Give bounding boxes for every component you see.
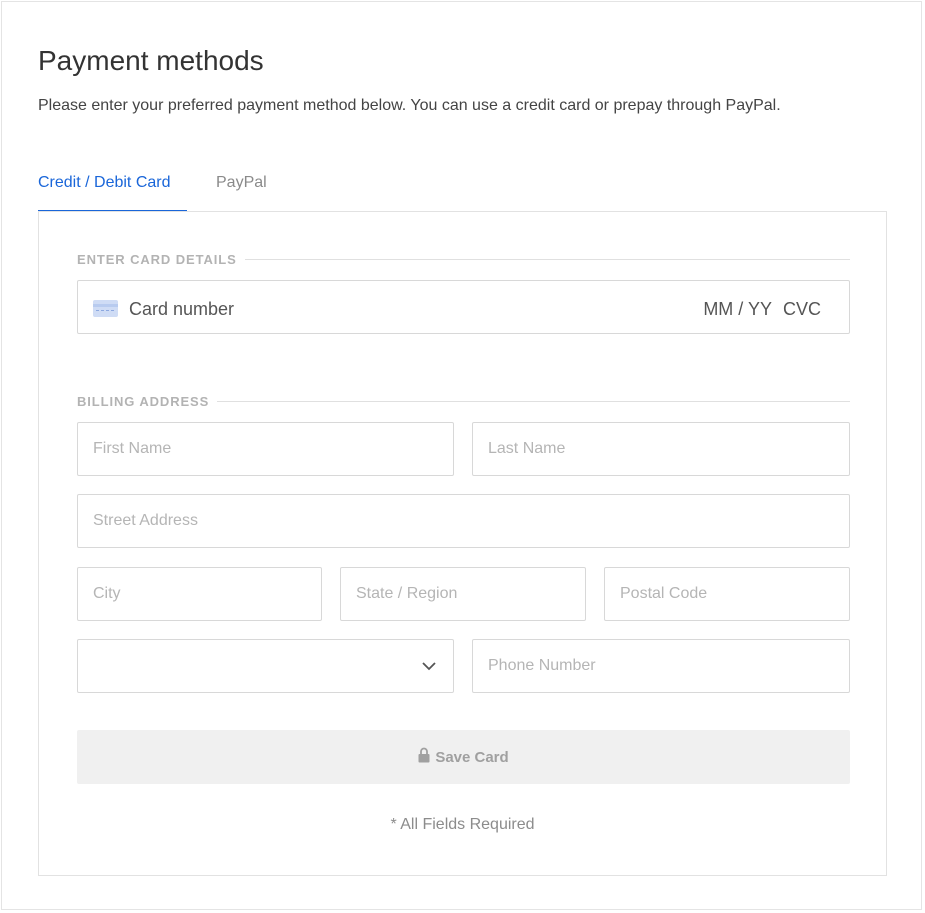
card-details-heading-label: ENTER CARD DETAILS bbox=[77, 251, 237, 267]
last-name-input[interactable] bbox=[473, 423, 849, 475]
city-field[interactable] bbox=[77, 567, 322, 621]
page-title: Payment methods bbox=[38, 45, 264, 76]
country-select[interactable] bbox=[77, 639, 454, 693]
page-subtitle: Please enter your preferred payment meth… bbox=[38, 97, 781, 114]
postal-code-input[interactable] bbox=[605, 568, 849, 620]
postal-code-field[interactable] bbox=[604, 567, 850, 621]
tab-paypal[interactable]: PayPal bbox=[216, 168, 267, 212]
lock-icon bbox=[418, 747, 430, 763]
payment-tabs: Credit / Debit Card PayPal bbox=[38, 168, 267, 212]
city-input[interactable] bbox=[78, 568, 321, 620]
last-name-field[interactable] bbox=[472, 422, 850, 476]
required-fields-note: * All Fields Required bbox=[390, 816, 535, 833]
street-address-input[interactable] bbox=[78, 495, 849, 547]
save-card-label: Save Card bbox=[435, 748, 509, 766]
chevron-down-icon bbox=[422, 662, 436, 671]
card-form-panel: ENTER CARD DETAILS Card number MM / YY C… bbox=[38, 211, 887, 876]
billing-address-heading-label: BILLING ADDRESS bbox=[77, 393, 210, 409]
card-expiry-input[interactable]: MM / YY bbox=[703, 299, 772, 319]
divider bbox=[217, 400, 850, 402]
first-name-input[interactable] bbox=[78, 423, 453, 475]
phone-number-input[interactable] bbox=[473, 640, 849, 692]
street-address-field[interactable] bbox=[77, 494, 850, 548]
card-details-field[interactable]: Card number MM / YY CVC bbox=[77, 280, 850, 334]
state-region-field[interactable] bbox=[340, 567, 586, 621]
card-number-input[interactable]: Card number bbox=[129, 299, 234, 319]
first-name-field[interactable] bbox=[77, 422, 454, 476]
card-details-heading: ENTER CARD DETAILS bbox=[77, 251, 850, 267]
divider bbox=[244, 258, 850, 260]
card-cvc-input[interactable]: CVC bbox=[783, 299, 821, 319]
save-card-button[interactable]: Save Card bbox=[77, 730, 850, 784]
state-region-input[interactable] bbox=[341, 568, 585, 620]
credit-card-icon bbox=[93, 300, 118, 317]
tab-credit-debit-card[interactable]: Credit / Debit Card bbox=[38, 168, 187, 212]
phone-number-field[interactable] bbox=[472, 639, 850, 693]
billing-address-heading: BILLING ADDRESS bbox=[77, 393, 850, 409]
